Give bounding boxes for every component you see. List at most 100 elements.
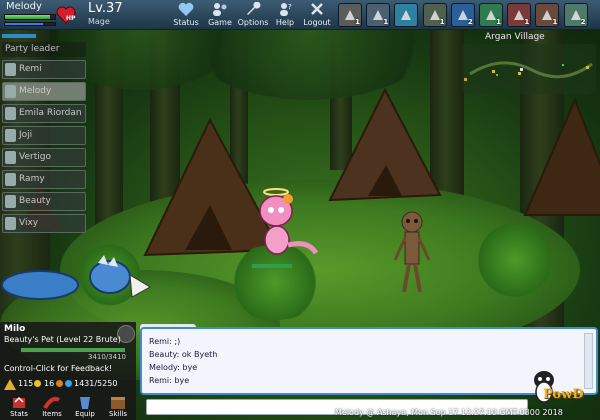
skill-slot[interactable]: 1 xyxy=(366,3,391,27)
party-member-name: Beauty xyxy=(19,196,51,206)
help-button[interactable]: ? Help xyxy=(272,2,298,29)
party-member-row[interactable]: Beauty xyxy=(2,192,86,211)
pet-hp-text: 3410/3410 xyxy=(88,353,126,361)
skill-slot[interactable]: 1 xyxy=(507,3,532,27)
gold-coin-icon xyxy=(34,380,41,387)
pet-currency-row: 115 16 1431/5250 xyxy=(4,379,138,391)
gold-amount: 115 xyxy=(18,379,34,388)
skill-slot-count: 1 xyxy=(552,18,558,26)
close-icon xyxy=(311,3,323,15)
help-button-label: Help xyxy=(275,18,295,27)
skills-button[interactable]: Skills xyxy=(103,394,133,420)
pet-dragon-sprite[interactable] xyxy=(0,255,155,310)
party-member-row[interactable]: Joji xyxy=(2,126,86,145)
game-logo xyxy=(534,371,554,403)
mp-bar xyxy=(4,22,56,26)
party-member-row[interactable]: Vixy xyxy=(2,214,86,233)
hp-label: HP xyxy=(66,15,76,22)
party-header-bar xyxy=(2,34,36,38)
items-button[interactable]: Items xyxy=(37,394,67,420)
skill-slot[interactable]: 2 xyxy=(450,3,475,27)
pet-hp-fill xyxy=(21,348,125,352)
logout-button[interactable]: Logout xyxy=(302,2,332,29)
party-member-avatar xyxy=(5,173,16,186)
pet-feedback-hint: Control-Click for Feedback! xyxy=(4,364,113,373)
tool-button-label: Items xyxy=(42,410,62,418)
status-button-label: Status xyxy=(173,18,199,27)
chat-line: Beauty: ok Byeth xyxy=(149,350,218,359)
xp-orb-icon xyxy=(65,380,72,387)
skill-slot[interactable]: 1 xyxy=(422,3,447,27)
party-member-avatar xyxy=(5,85,16,98)
skill-slot[interactable] xyxy=(394,3,419,27)
top-bar: Melody HP Lv.37 Mage Status Game Options… xyxy=(0,0,600,30)
skill-icon xyxy=(401,10,412,20)
party-member-name: Remi xyxy=(19,64,42,74)
party-member-row[interactable]: Remi xyxy=(2,60,86,79)
items-icon xyxy=(43,397,60,410)
party-member-avatar xyxy=(5,129,16,142)
party-member-avatar xyxy=(5,195,16,208)
skill-slot[interactable]: 2 xyxy=(563,3,588,27)
party-title: Party leader xyxy=(2,42,86,57)
chat-line: Remi: ;) xyxy=(149,337,181,346)
chat-line: Remi: bye xyxy=(149,376,190,385)
character-name: Melody xyxy=(6,1,42,12)
party-member-row[interactable]: Vertigo xyxy=(2,148,86,167)
help-person-icon: ? xyxy=(280,3,292,16)
chat-line: Melody: bye xyxy=(149,363,198,372)
player-character-sprite[interactable] xyxy=(250,185,322,270)
svg-text:?: ? xyxy=(288,3,292,11)
party-member-avatar xyxy=(5,151,16,164)
party-member-list: Remi Melody Emila Riordan Joji Vertigo Ramy Be… xyxy=(2,60,86,233)
character-level: Lv.37 xyxy=(88,1,123,16)
game-people-icon xyxy=(213,3,227,16)
options-button-label: Options xyxy=(237,18,269,27)
skill-slot-count: 1 xyxy=(383,18,389,26)
xp-amount: 1431/5250 xyxy=(74,379,118,388)
logout-button-label: Logout xyxy=(303,18,331,27)
party-member-avatar xyxy=(5,217,16,230)
bush xyxy=(470,220,560,300)
party-member-row[interactable]: Emila Riordan xyxy=(2,104,86,123)
skill-slot[interactable]: 1 xyxy=(479,3,503,27)
heart-icon xyxy=(178,2,194,16)
party-member-row[interactable]: Melody xyxy=(2,82,86,101)
equip-button[interactable]: Equip xyxy=(70,394,100,420)
party-member-name: Melody xyxy=(19,86,52,96)
skill-slot[interactable]: 1 xyxy=(338,3,362,27)
options-button[interactable]: Options xyxy=(236,2,270,29)
pet-description: Beauty's Pet (Level 22 Brute) xyxy=(4,335,121,344)
party-member-avatar xyxy=(5,63,16,76)
party-member-avatar xyxy=(5,107,16,120)
stats-button[interactable]: Stats xyxy=(4,394,34,420)
minimap[interactable] xyxy=(462,44,596,94)
party-member-name: Emila Riordan xyxy=(19,108,82,118)
gem-icon xyxy=(56,380,63,387)
skill-slot-count: 1 xyxy=(496,18,501,26)
alert-icon xyxy=(4,379,16,390)
equip-icon xyxy=(80,397,90,409)
skills-book-icon xyxy=(111,397,125,409)
game-button-label: Game xyxy=(208,18,232,27)
party-member-name: Joji xyxy=(19,130,33,140)
party-member-name: Vixy xyxy=(19,218,39,228)
wrench-icon xyxy=(247,2,261,15)
pet-panel: Milo Beauty's Pet (Level 22 Brute) 3410/… xyxy=(0,322,136,420)
gem-amount: 16 xyxy=(44,379,55,388)
party-member-name: Ramy xyxy=(19,174,45,184)
skill-slot-count: 1 xyxy=(355,18,360,26)
treant-npc-sprite[interactable] xyxy=(392,210,432,295)
stats-icon xyxy=(13,396,25,408)
game-button[interactable]: Game xyxy=(204,2,236,29)
skill-slot[interactable]: 1 xyxy=(535,3,560,27)
tool-button-label: Stats xyxy=(10,410,28,418)
character-class: Mage xyxy=(88,17,110,26)
party-member-row[interactable]: Ramy xyxy=(2,170,86,189)
hp-bar-fill xyxy=(5,15,50,19)
logo-text: PowD xyxy=(543,387,584,402)
pet-name: Milo xyxy=(4,324,26,334)
status-button[interactable]: Status xyxy=(170,2,202,29)
tool-button-label: Equip xyxy=(75,410,95,418)
skill-slot-count: 2 xyxy=(580,18,586,26)
